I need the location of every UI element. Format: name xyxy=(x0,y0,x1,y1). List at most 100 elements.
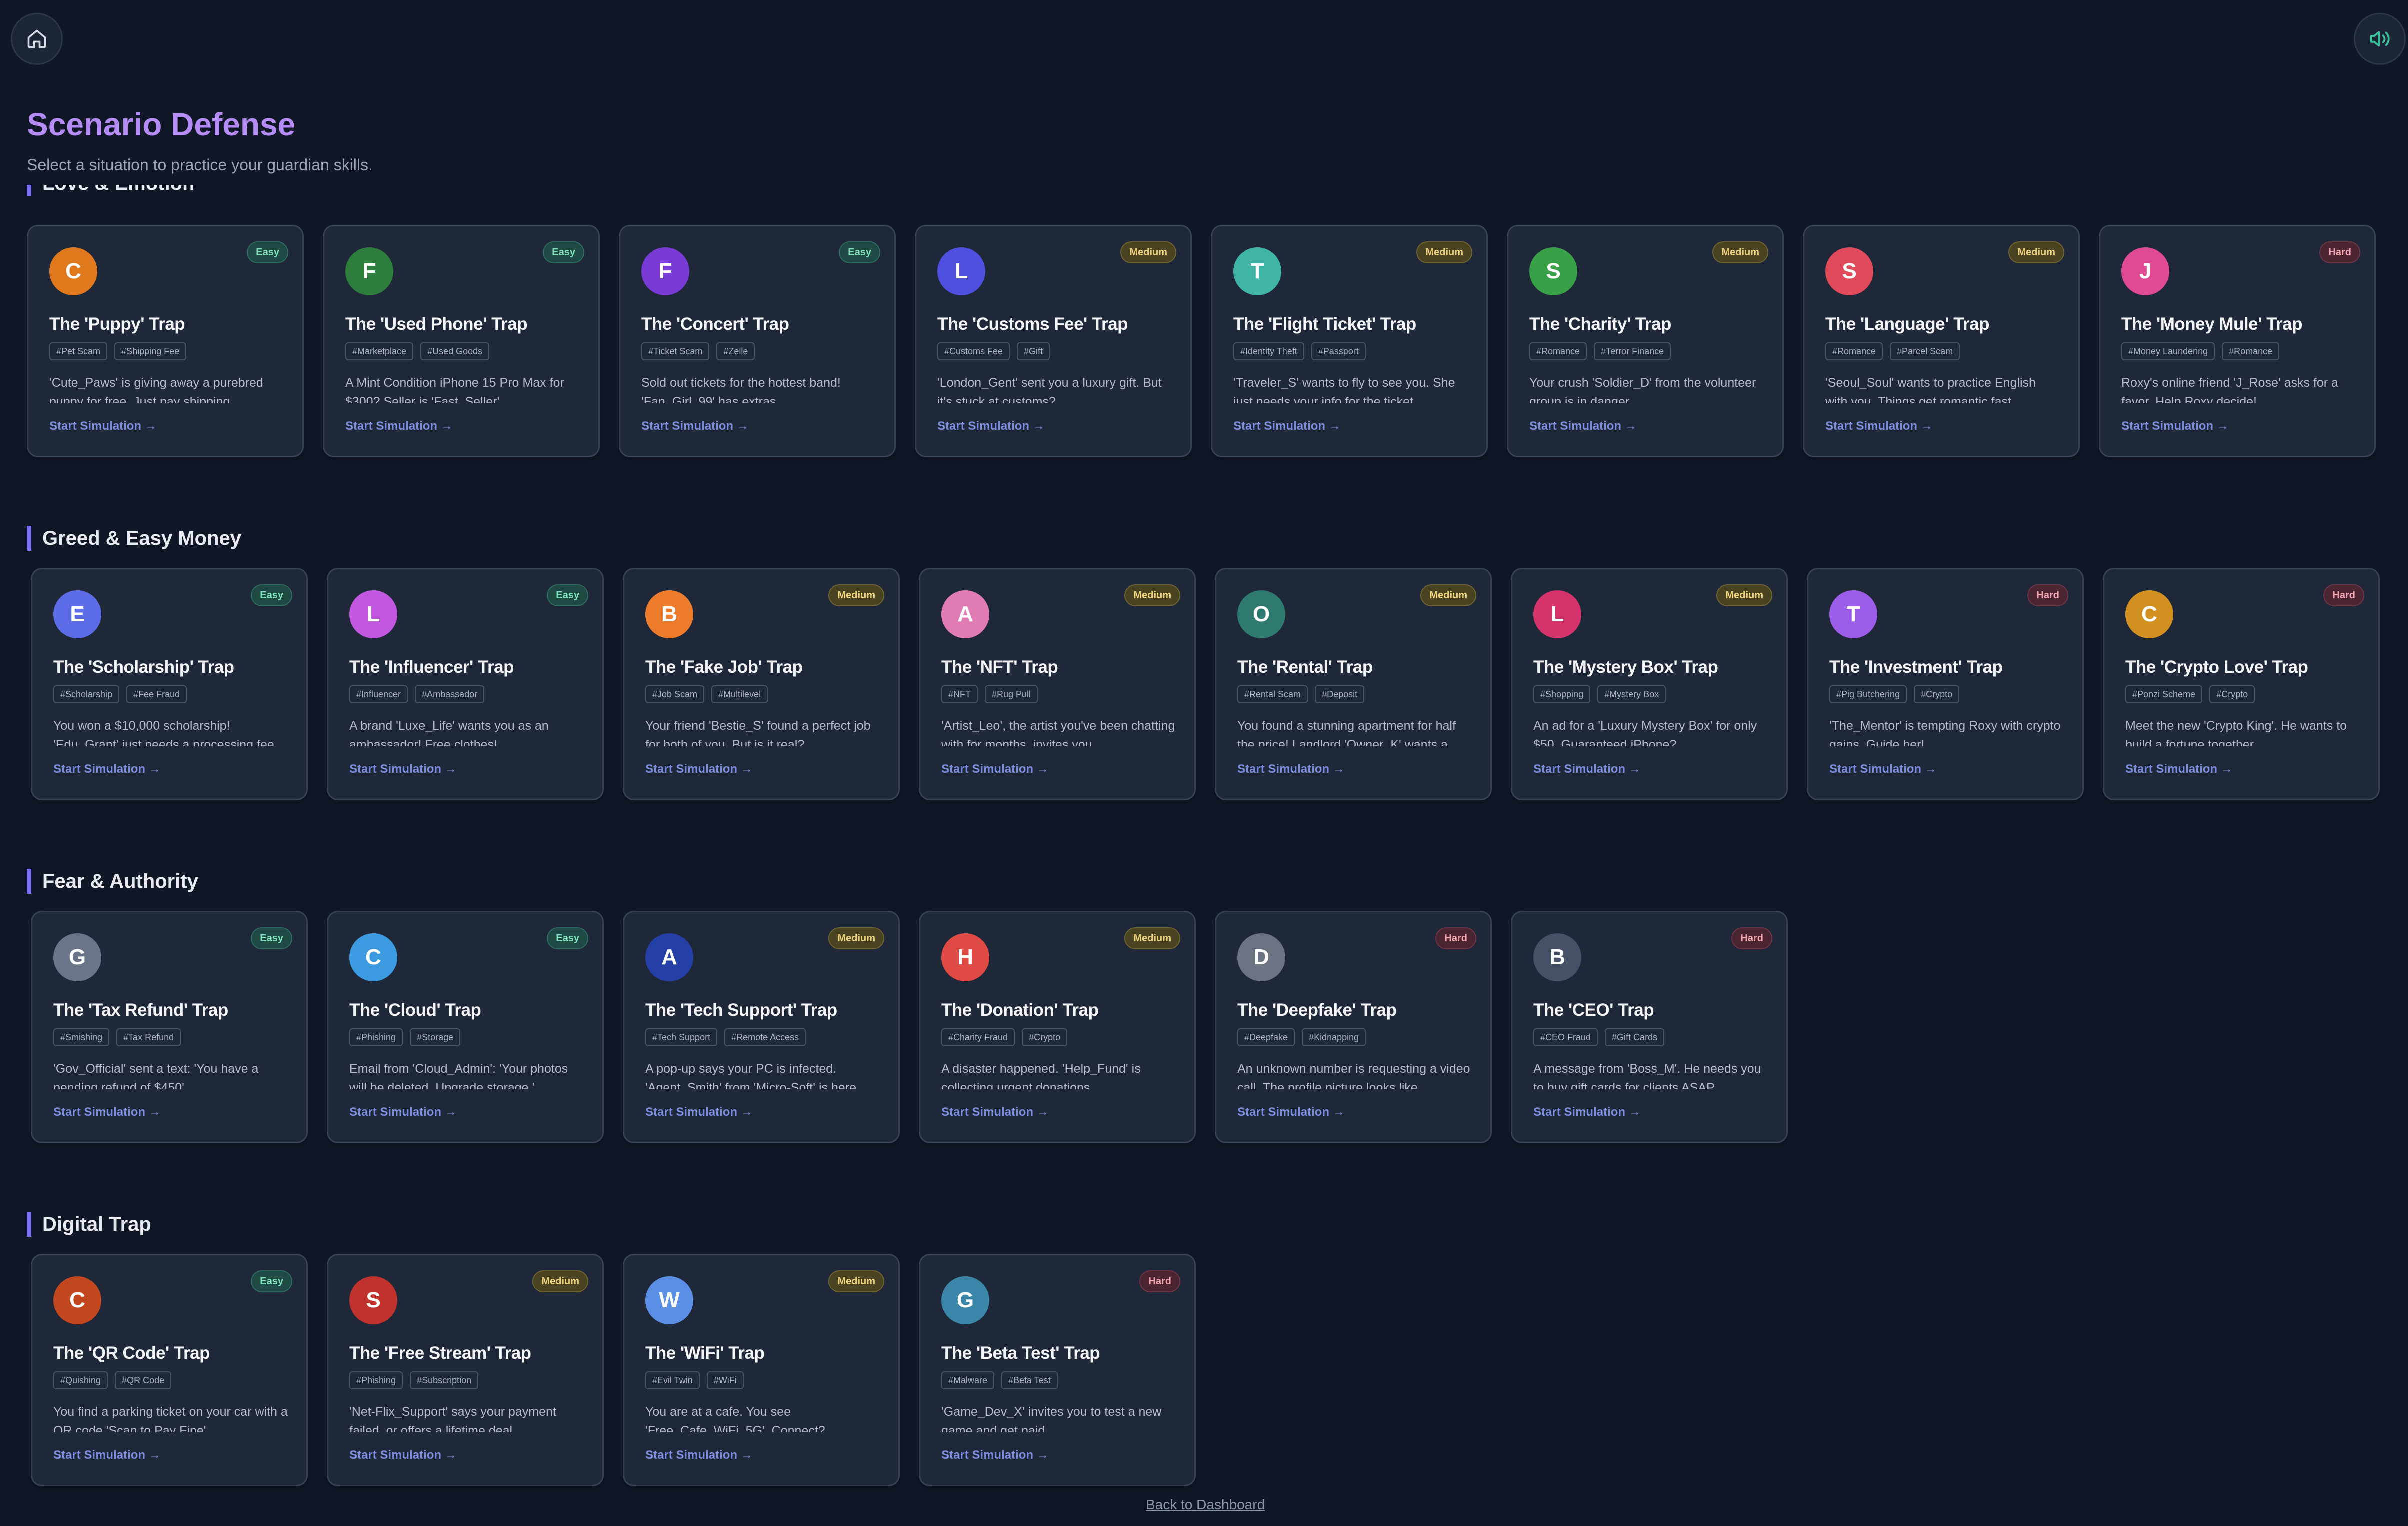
start-simulation-link[interactable]: Start Simulation → xyxy=(646,1448,753,1462)
scenario-card[interactable]: Hard D The 'Deepfake' Trap #Deepfake #Kidnap… xyxy=(1215,911,1492,1144)
avatar: G xyxy=(54,934,102,982)
card-title: The 'Beta Test' Trap xyxy=(942,1344,1100,1363)
card-description: 'Gov_Official' sent a text: 'You have a … xyxy=(54,1062,259,1090)
start-simulation-link[interactable]: Start Simulation → xyxy=(54,762,161,776)
start-simulation-link[interactable]: Start Simulation → xyxy=(646,762,753,776)
tag: #Pet Scam xyxy=(50,342,108,360)
tag: #Ambassador xyxy=(415,686,485,704)
tag-list: #Phishing #Storage xyxy=(350,1028,461,1046)
start-simulation-link[interactable]: Start Simulation → xyxy=(350,1448,457,1462)
tag-list: #Romance #Parcel Scam xyxy=(1826,342,1960,360)
scenario-card[interactable]: Medium T The 'Flight Ticket' Trap #Identity… xyxy=(1211,225,1488,458)
section-heading-label: Fear & Authority xyxy=(42,870,198,892)
back-to-dashboard-link[interactable]: Back to Dashboard xyxy=(1146,1497,1265,1513)
start-simulation-link[interactable]: Start Simulation → xyxy=(350,762,457,776)
start-simulation-link[interactable]: Start Simulation → xyxy=(1530,420,1637,434)
scenario-card[interactable]: Hard T The 'Investment' Trap #Pig Butcherin… xyxy=(1807,568,2084,800)
card-title: The 'Customs Fee' Trap xyxy=(938,314,1128,334)
scenario-card[interactable]: Medium B The 'Fake Job' Trap #Job Scam #Mult… xyxy=(623,568,900,800)
start-simulation-link[interactable]: Start Simulation → xyxy=(2126,762,2233,776)
scenario-card[interactable]: Medium L The 'Mystery Box' Trap #Shopping #M… xyxy=(1511,568,1788,800)
scenario-card[interactable]: Easy C The 'QR Code' Trap #Quishing #QR Code… xyxy=(31,1254,308,1486)
scenario-card[interactable]: Medium W The 'WiFi' Trap #Evil Twin #WiFi You… xyxy=(623,1254,900,1486)
difficulty-badge: Medium xyxy=(1124,928,1180,950)
scenario-card[interactable]: Medium A The 'NFT' Trap #NFT #Rug Pull 'Artis… xyxy=(919,568,1196,800)
start-simulation-link[interactable]: Start Simulation → xyxy=(1826,420,1933,434)
start-simulation-link[interactable]: Start Simulation → xyxy=(54,1448,161,1462)
difficulty-badge: Hard xyxy=(1732,928,1772,950)
tag: #Fee Fraud xyxy=(126,686,188,704)
scenario-card[interactable]: Medium S The 'Charity' Trap #Romance #Terror… xyxy=(1507,225,1784,458)
tag: #Customs Fee xyxy=(938,342,1010,360)
start-simulation-link[interactable]: Start Simulation → xyxy=(1534,1106,1641,1120)
card-description: A disaster happened. 'Help_Fund' is coll… xyxy=(942,1062,1141,1090)
section-heading: Digital Trap xyxy=(27,1212,152,1237)
tag: #Tax Refund xyxy=(116,1028,182,1046)
scenario-card[interactable]: Easy G The 'Tax Refund' Trap #Smishing #Tax … xyxy=(31,911,308,1144)
start-simulation-link[interactable]: Start Simulation → xyxy=(942,1106,1049,1120)
scenario-card[interactable]: Easy C The 'Cloud' Trap #Phishing #Storage Em… xyxy=(327,911,604,1144)
card-description: You are at a cafe. You see 'Free_Cafe_Wi… xyxy=(646,1405,826,1432)
avatar: T xyxy=(1234,248,1282,296)
difficulty-badge: Medium xyxy=(828,1270,884,1292)
tag: #Beta Test xyxy=(1002,1372,1058,1390)
card-description: An ad for a 'Luxury Mystery Box' for onl… xyxy=(1534,719,1758,746)
start-simulation-link[interactable]: Start Simulation → xyxy=(1238,1106,1345,1120)
avatar: L xyxy=(350,590,398,638)
start-simulation-link[interactable]: Start Simulation → xyxy=(1234,420,1341,434)
scenario-card[interactable]: Easy F The 'Used Phone' Trap #Marketplace #U… xyxy=(323,225,600,458)
tag: #Romance xyxy=(2222,342,2280,360)
start-simulation-link[interactable]: Start Simulation → xyxy=(1830,762,1937,776)
tag-list: #Deepfake #Kidnapping xyxy=(1238,1028,1366,1046)
tag: #Phishing xyxy=(350,1028,404,1046)
scenario-card[interactable]: Hard C The 'Crypto Love' Trap #Ponzi Scheme… xyxy=(2103,568,2380,800)
start-simulation-link[interactable]: Start Simulation → xyxy=(1238,762,1345,776)
home-icon xyxy=(28,30,46,48)
tag: #Money Laundering xyxy=(2122,342,2216,360)
tag: #Influencer xyxy=(350,686,408,704)
start-simulation-link[interactable]: Start Simulation → xyxy=(642,420,749,434)
scenario-card[interactable]: Medium L The 'Customs Fee' Trap #Customs Fe… xyxy=(915,225,1192,458)
start-simulation-link[interactable]: Start Simulation → xyxy=(942,1448,1049,1462)
start-simulation-link[interactable]: Start Simulation → xyxy=(54,1106,161,1120)
scenario-card[interactable]: Hard G The 'Beta Test' Trap #Malware #Beta T… xyxy=(919,1254,1196,1486)
scenario-card[interactable]: Easy E The 'Scholarship' Trap #Scholarship #… xyxy=(31,568,308,800)
start-simulation-link[interactable]: Start Simulation → xyxy=(646,1106,753,1120)
start-simulation-link[interactable]: Start Simulation → xyxy=(2122,420,2229,434)
card-description: An unknown number is requesting a video … xyxy=(1238,1062,1470,1090)
tag-list: #Phishing #Subscription xyxy=(350,1372,479,1390)
tag: #Pig Butchering xyxy=(1830,686,1908,704)
tag: #Subscription xyxy=(410,1372,479,1390)
scenario-card[interactable]: Hard B The 'CEO' Trap #CEO Fraud #Gift Cards… xyxy=(1511,911,1788,1144)
scenario-card[interactable]: Medium A The 'Tech Support' Trap #Tech Supp… xyxy=(623,911,900,1144)
tag: #CEO Fraud xyxy=(1534,1028,1598,1046)
tag: #Passport xyxy=(1311,342,1366,360)
sound-toggle-button[interactable] xyxy=(2354,13,2406,65)
page-subtitle: Select a situation to practice your guar… xyxy=(27,156,373,174)
card-title: The 'Money Mule' Trap xyxy=(2122,314,2303,334)
card-description: 'Traveler_S' wants to fly to see you. Sh… xyxy=(1234,376,1456,404)
difficulty-badge: Hard xyxy=(2324,584,2364,606)
scenario-card[interactable]: Easy F The 'Concert' Trap #Ticket Scam #Zell… xyxy=(619,225,896,458)
card-title: The 'Used Phone' Trap xyxy=(346,314,528,334)
scenario-card[interactable]: Medium H The 'Donation' Trap #Charity Fraud… xyxy=(919,911,1196,1144)
card-title: The 'Free Stream' Trap xyxy=(350,1344,532,1363)
tag: #Romance xyxy=(1826,342,1884,360)
home-button[interactable] xyxy=(11,13,63,65)
scenario-card[interactable]: Hard J The 'Money Mule' Trap #Money Launder… xyxy=(2099,225,2376,458)
scenario-card[interactable]: Easy C The 'Puppy' Trap #Pet Scam #Shipping … xyxy=(27,225,304,458)
avatar: F xyxy=(642,248,690,296)
scenario-card[interactable]: Medium O The 'Rental' Trap #Rental Scam #Dep… xyxy=(1215,568,1492,800)
scenario-card[interactable]: Medium S The 'Language' Trap #Romance #Parce… xyxy=(1803,225,2080,458)
start-simulation-link[interactable]: Start Simulation → xyxy=(350,1106,457,1120)
start-simulation-link[interactable]: Start Simulation → xyxy=(938,420,1045,434)
start-simulation-link[interactable]: Start Simulation → xyxy=(50,420,157,434)
tag: #Phishing xyxy=(350,1372,404,1390)
tag-list: #Evil Twin #WiFi xyxy=(646,1372,744,1390)
difficulty-badge: Medium xyxy=(1120,242,1176,264)
scenario-card[interactable]: Medium S The 'Free Stream' Trap #Phishing #S… xyxy=(327,1254,604,1486)
scenario-card[interactable]: Easy L The 'Influencer' Trap #Influencer #Am… xyxy=(327,568,604,800)
start-simulation-link[interactable]: Start Simulation → xyxy=(346,420,453,434)
start-simulation-link[interactable]: Start Simulation → xyxy=(1534,762,1641,776)
start-simulation-link[interactable]: Start Simulation → xyxy=(942,762,1049,776)
